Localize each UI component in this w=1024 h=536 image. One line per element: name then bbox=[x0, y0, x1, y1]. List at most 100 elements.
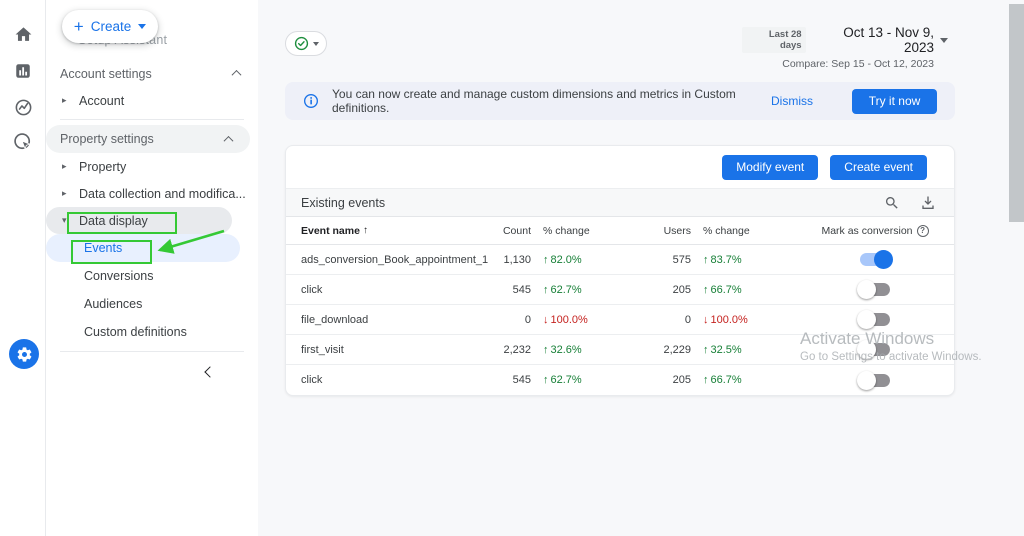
date-range-preset-badge: Last 28 days bbox=[742, 27, 806, 53]
vertical-scrollbar-thumb[interactable] bbox=[1009, 4, 1024, 222]
explore-icon[interactable] bbox=[12, 96, 34, 118]
tree-collapsed-icon[interactable]: ▸ bbox=[62, 161, 70, 172]
column-count[interactable]: Count bbox=[476, 225, 531, 237]
toggle-knob bbox=[857, 371, 876, 390]
count-cell: 1,130 bbox=[476, 254, 531, 266]
sidebar-section-account-settings[interactable]: Account settings bbox=[46, 60, 258, 87]
sidebar-item-account[interactable]: ▸ Account bbox=[46, 87, 258, 114]
download-icon[interactable] bbox=[919, 194, 937, 212]
change-up-value: ↑66.7% bbox=[691, 374, 796, 386]
events-card-actions: Modify event Create event bbox=[286, 146, 954, 188]
ga4-admin-events-page: Setup Assistant + Create Account setting… bbox=[0, 0, 1024, 536]
users-cell: 0 bbox=[636, 314, 691, 326]
sidebar-item-property[interactable]: ▸ Property bbox=[46, 153, 258, 180]
count-cell: 545 bbox=[476, 284, 531, 296]
conversion-toggle-off[interactable] bbox=[860, 313, 890, 326]
table-row: click545↑62.7%205↑66.7% bbox=[286, 365, 954, 395]
conversion-toggle-on[interactable] bbox=[860, 253, 890, 266]
change-up-value: ↑62.7% bbox=[531, 374, 636, 386]
events-table-body: ads_conversion_Book_appointment_11,130 ↑8… bbox=[286, 245, 954, 395]
try-it-now-button[interactable]: Try it now bbox=[852, 89, 937, 114]
count-cell: 0 bbox=[476, 314, 531, 326]
home-icon[interactable] bbox=[12, 23, 34, 45]
info-icon bbox=[303, 93, 319, 109]
item-label: Property bbox=[79, 160, 126, 174]
dismiss-link[interactable]: Dismiss bbox=[771, 94, 813, 108]
table-row: click545↑62.7%205↑66.7% bbox=[286, 275, 954, 305]
data-quality-chip[interactable] bbox=[285, 31, 327, 56]
table-header-row: Event name↑ Count % change Users % chang… bbox=[286, 217, 954, 245]
arrow-up-icon: ↑ bbox=[543, 284, 549, 296]
conversion-toggle-off[interactable] bbox=[860, 374, 890, 387]
plus-icon: + bbox=[74, 18, 84, 35]
existing-events-bar: Existing events bbox=[286, 188, 954, 217]
table-row: file_download0↓100.0%0↓100.0% bbox=[286, 305, 954, 335]
item-label: Account bbox=[79, 94, 124, 108]
count-cell: 2,232 bbox=[476, 344, 531, 356]
sidebar-item-events[interactable]: Events bbox=[46, 234, 240, 262]
sidebar-section-property-settings[interactable]: Property settings bbox=[46, 125, 250, 153]
count-cell: 545 bbox=[476, 374, 531, 386]
reports-icon[interactable] bbox=[12, 60, 34, 82]
help-icon[interactable]: ? bbox=[917, 225, 929, 237]
sidebar-item-data-collection-and-modifica-[interactable]: ▸ Data collection and modifica... bbox=[46, 180, 258, 207]
arrow-up-icon: ↑ bbox=[703, 374, 709, 386]
arrow-down-icon: ↓ bbox=[543, 314, 549, 326]
date-compare-value: Compare: Sep 15 - Oct 12, 2023 bbox=[742, 58, 934, 70]
sidebar-collapse-row bbox=[46, 357, 258, 387]
sidebar-item-data-display[interactable]: ▾Data display bbox=[46, 207, 232, 234]
column-users-change[interactable]: % change bbox=[691, 225, 796, 237]
create-button[interactable]: + Create bbox=[62, 10, 158, 43]
event-name-cell: click bbox=[286, 284, 476, 296]
chevron-up-icon[interactable] bbox=[224, 135, 234, 145]
users-cell: 575 bbox=[636, 254, 691, 266]
column-event-name[interactable]: Event name↑ bbox=[286, 225, 476, 237]
conversion-toggle-off[interactable] bbox=[860, 343, 890, 356]
search-icon[interactable] bbox=[883, 194, 901, 212]
tree-expanded-icon[interactable]: ▾ bbox=[62, 215, 70, 226]
change-up-value: ↑32.5% bbox=[691, 344, 796, 356]
app-nav-rail bbox=[0, 0, 46, 536]
sidebar-item-conversions[interactable]: Conversions bbox=[46, 262, 258, 290]
admin-gear-icon[interactable] bbox=[9, 339, 39, 369]
change-up-value: ↑32.6% bbox=[531, 344, 636, 356]
column-users[interactable]: Users bbox=[636, 225, 691, 237]
table-row: first_visit2,232↑32.6%2,229↑32.5% bbox=[286, 335, 954, 365]
conversion-cell bbox=[796, 343, 954, 356]
event-name-cell: click bbox=[286, 374, 476, 386]
events-card: Modify event Create event Existing event… bbox=[285, 145, 955, 396]
check-circle-icon bbox=[294, 36, 309, 51]
conversion-cell bbox=[796, 253, 954, 266]
toggle-knob bbox=[857, 280, 876, 299]
create-event-button[interactable]: Create event bbox=[830, 155, 927, 180]
sidebar-item-audiences[interactable]: Audiences bbox=[46, 290, 258, 318]
users-cell: 205 bbox=[636, 374, 691, 386]
toggle-knob bbox=[857, 340, 876, 359]
modify-event-button[interactable]: Modify event bbox=[722, 155, 818, 180]
collapse-sidebar-icon[interactable] bbox=[204, 366, 215, 377]
conversion-cell bbox=[796, 283, 954, 296]
tree-collapsed-icon[interactable]: ▸ bbox=[62, 95, 70, 106]
column-mark-as-conversion: Mark as conversion? bbox=[796, 225, 954, 237]
table-row: ads_conversion_Book_appointment_11,130 ↑8… bbox=[286, 245, 954, 275]
sort-ascending-icon: ↑ bbox=[363, 225, 368, 236]
event-name-cell: ads_conversion_Book_appointment_1 bbox=[286, 254, 476, 266]
change-up-value: ↑62.7% bbox=[531, 284, 636, 296]
tree-collapsed-icon[interactable]: ▸ bbox=[62, 188, 70, 199]
conversion-toggle-off[interactable] bbox=[860, 283, 890, 296]
table-title: Existing events bbox=[301, 196, 865, 210]
arrow-up-icon: ↑ bbox=[703, 284, 709, 296]
chevron-up-icon[interactable] bbox=[232, 70, 242, 80]
change-up-value: ↑83.7% bbox=[691, 254, 796, 266]
chevron-down-icon[interactable] bbox=[138, 24, 146, 29]
arrow-up-icon: ↑ bbox=[543, 254, 549, 266]
advertising-icon[interactable] bbox=[12, 131, 34, 153]
info-banner: You can now create and manage custom dim… bbox=[285, 82, 955, 120]
date-range-caret-icon[interactable] bbox=[940, 38, 948, 43]
admin-sidebar: Setup Assistant + Create Account setting… bbox=[46, 0, 258, 536]
column-count-change[interactable]: % change bbox=[531, 225, 636, 237]
date-range-selector[interactable]: Last 28 days Oct 13 - Nov 9, 2023 Compar… bbox=[742, 25, 934, 70]
sidebar-item-custom-definitions[interactable]: Custom definitions bbox=[46, 318, 258, 346]
conversion-cell bbox=[796, 313, 954, 326]
item-label: Data collection and modifica... bbox=[79, 187, 246, 201]
